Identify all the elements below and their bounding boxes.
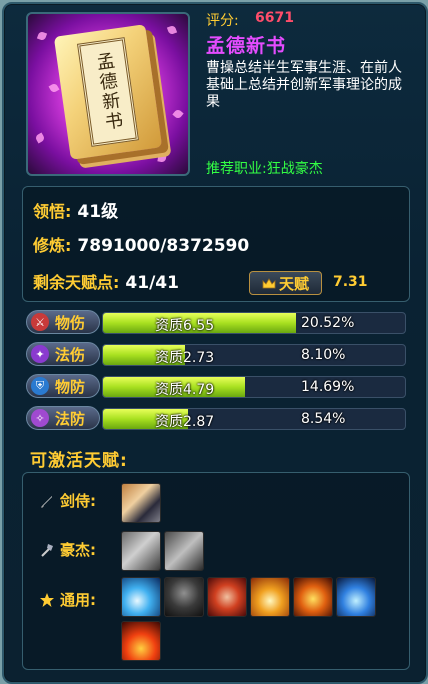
attribute-label: 法伤 [55, 345, 86, 364]
slash-skill-icon[interactable] [121, 483, 161, 523]
attribute-label: 物伤 [55, 313, 86, 332]
shield-icon: ⛨ [31, 377, 49, 395]
talent-book-panel: 孟德新书 评分: 6671 孟德新书 曹操总结半生军事生涯、在前人基础上总结并创… [2, 2, 428, 684]
blue-aura-skill-icon[interactable] [336, 577, 376, 617]
cultivation-row: 修炼: 7891000/8372590 [33, 232, 249, 256]
fist-skill-icon[interactable] [207, 577, 247, 617]
class-label-general: 通用: [60, 591, 96, 609]
attribute-bar: 资质2.87 8.54% [102, 408, 406, 430]
fire-crown-skill-icon[interactable] [121, 621, 161, 661]
book-description: 曹操总结半生军事生涯、在前人基础上总结并创新军事理论的成果 [206, 60, 402, 110]
attribute-label: 法防 [55, 409, 86, 428]
comprehension-label: 领悟: [33, 202, 72, 221]
cultivation-label: 修炼: [33, 236, 72, 255]
magic-shield-icon: ✧ [31, 409, 49, 427]
axe-icon [41, 543, 53, 557]
crown-icon [262, 277, 276, 288]
attribute-row: ✦ 法伤 资质2.73 8.10% [24, 342, 410, 368]
attribute-tag: ⚔ 物伤 [26, 310, 100, 334]
attribute-tag: ✦ 法伤 [26, 342, 100, 366]
attribute-row: ⛨ 物防 资质4.79 14.69% [24, 374, 410, 400]
score-label: 评分: [206, 13, 239, 29]
talent-points-value: 41/41 [125, 273, 179, 293]
book-image: 孟德新书 [26, 12, 190, 176]
cultivation-value: 7891000/8372590 [77, 236, 250, 256]
talent-value: 7.31 [333, 274, 368, 290]
attribute-bar: 资质6.55 20.52% [102, 312, 406, 334]
magic-icon: ✦ [31, 345, 49, 363]
sword-icon [41, 495, 52, 508]
attribute-tag: ✧ 法防 [26, 406, 100, 430]
attribute-bar: 资质2.73 8.10% [102, 344, 406, 366]
wave-skill-icon[interactable] [121, 577, 161, 617]
cleave-skill-icon[interactable] [164, 531, 204, 571]
talent-points-label: 剩余天赋点: [33, 273, 120, 292]
activatable-talents-title: 可激活天赋: [30, 451, 128, 471]
attribute-percent: 14.69% [301, 379, 355, 395]
attribute-label: 物防 [55, 377, 86, 396]
golden-burst-skill-icon[interactable] [250, 577, 290, 617]
class-label-hero: 豪杰: [60, 541, 96, 559]
attribute-row: ✧ 法防 资质2.87 8.54% [24, 406, 410, 432]
comprehension-row: 领悟: 41级 [33, 197, 118, 222]
book-cover-title: 孟德新书 [76, 37, 140, 147]
attribute-bar: 资质4.79 14.69% [102, 376, 406, 398]
talent-button-label: 天赋 [278, 274, 309, 293]
attribute-aptitude: 资质2.87 [155, 414, 215, 430]
attribute-aptitude: 资质4.79 [155, 382, 215, 398]
class-row-general: 通用: [39, 589, 96, 610]
attribute-percent: 8.54% [301, 411, 346, 427]
star-icon [40, 592, 54, 607]
charge-skill-icon[interactable] [121, 531, 161, 571]
attribute-percent: 20.52% [301, 315, 355, 331]
talent-button[interactable]: 天赋 [249, 271, 322, 295]
sword-icon: ⚔ [31, 313, 49, 331]
attribute-aptitude: 资质6.55 [155, 318, 215, 334]
stats-box: 领悟: 41级 修炼: 7891000/8372590 剩余天赋点: 41/41… [22, 186, 410, 302]
recommended-class: 推荐职业:狂战豪杰 [206, 161, 323, 177]
talent-points-row: 剩余天赋点: 41/41 [33, 269, 179, 293]
attribute-tag: ⛨ 物防 [26, 374, 100, 398]
book-name: 孟德新书 [206, 35, 287, 57]
book-icon: 孟德新书 [53, 24, 163, 160]
comprehension-value: 41级 [77, 202, 119, 222]
score-value: 6671 [255, 10, 294, 26]
attribute-percent: 8.10% [301, 347, 346, 363]
skills-box: 剑侍: 豪杰: 通用: [22, 472, 410, 670]
class-label-sword: 剑侍: [60, 492, 96, 510]
shadow-skill-icon[interactable] [164, 577, 204, 617]
class-row-hero: 豪杰: [39, 539, 96, 560]
attribute-aptitude: 资质2.73 [155, 350, 215, 366]
attribute-row: ⚔ 物伤 资质6.55 20.52% [24, 310, 410, 336]
class-row-sword: 剑侍: [39, 490, 96, 511]
flame-arch-skill-icon[interactable] [293, 577, 333, 617]
